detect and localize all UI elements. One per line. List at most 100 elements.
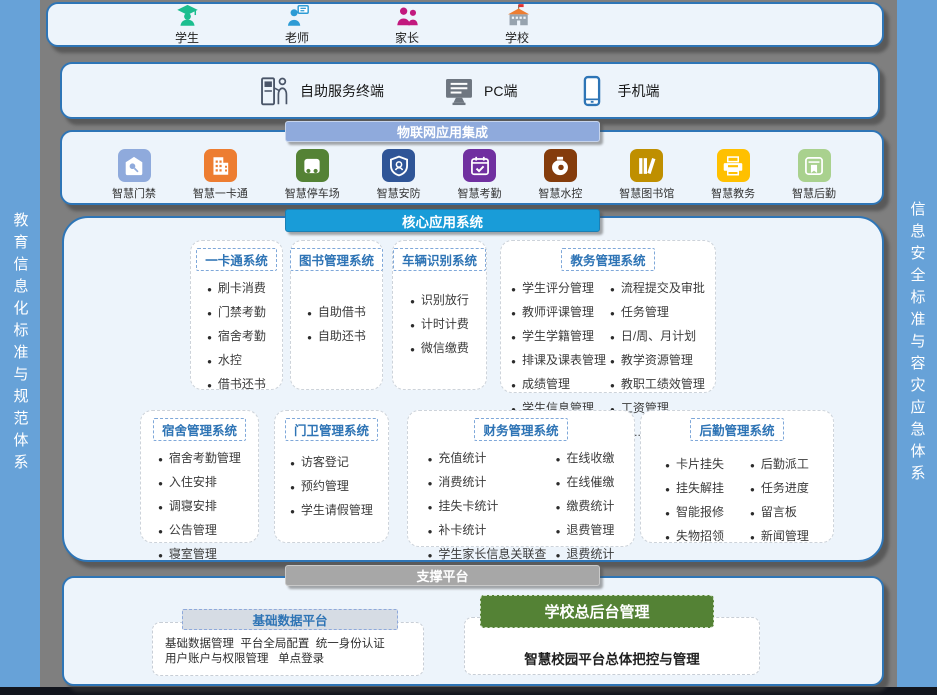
system-box-title: 一卡通系统 <box>196 248 277 271</box>
list-item: 缴费统计 <box>556 495 615 519</box>
iot-item-parking: 智慧停车场 <box>285 149 340 201</box>
list-item: 排课及课表管理 <box>511 349 606 373</box>
base-data-platform-text: 基础数据管理 平台全局配置 统一身份认证用户账户与权限管理 单点登录 <box>165 637 417 667</box>
system-box-vehicle: 车辆识别系统 识别放行计时计费微信缴费 <box>392 240 487 390</box>
user-item-student: 学生 <box>144 3 230 46</box>
parents-icon <box>395 3 420 28</box>
kiosk-icon <box>258 74 292 108</box>
list-item: 学生评分管理 <box>511 277 606 301</box>
user-item-parents: 家长 <box>364 3 450 46</box>
system-box-academic: 教务管理系统 学生评分管理教师评课管理学生学籍管理排课及课表管理成绩管理学生信息… <box>500 240 716 393</box>
item-list: 自助借书自助还书 <box>307 301 366 349</box>
list-item: 宿舍考勤管理 <box>158 447 241 471</box>
list-item: 后勤派工 <box>750 453 809 477</box>
system-box-title: 后勤管理系统 <box>690 418 783 441</box>
iot-label: 智慧教务 <box>711 185 755 201</box>
terminal-item-mobile: 手机端 <box>575 74 659 108</box>
school-admin-title: 学校总后台管理 <box>480 595 714 628</box>
teacher-icon <box>285 3 310 28</box>
list-item: 学生请假管理 <box>290 499 373 523</box>
list-item: 访客登记 <box>290 451 373 475</box>
list-item: 刷卡消费 <box>207 277 266 301</box>
list-item: 留言板 <box>750 501 809 525</box>
list-item: 微信缴费 <box>410 337 469 361</box>
iot-item-security: 智慧安防 <box>377 149 421 201</box>
list-item: 退费管理 <box>556 519 615 543</box>
books-icon <box>630 149 663 182</box>
core-panel: 一卡通系统 刷卡消费门禁考勤宿舍考勤水控借书还书 图书管理系统 自助借书自助还书… <box>62 216 884 562</box>
iot-section-header: 物联网应用集成 <box>285 121 600 142</box>
list-item: 教师评课管理 <box>511 301 606 325</box>
list-item: 用户账户与权限管理 单点登录 <box>165 652 417 667</box>
list-item: 失物招领 <box>665 525 724 549</box>
item-list: 后勤派工任务进度留言板新闻管理 <box>750 453 809 549</box>
item-list: 访客登记预约管理学生请假管理 <box>290 451 373 523</box>
user-item-teacher: 老师 <box>254 3 340 46</box>
list-item: 门禁考勤 <box>207 301 266 325</box>
list-item: 借书还书 <box>207 373 266 397</box>
iot-item-access-control: 智慧门禁 <box>112 149 156 201</box>
list-item: 挂失卡统计 <box>428 495 552 519</box>
list-item: 水控 <box>207 349 266 373</box>
desktop-icon <box>442 74 476 108</box>
base-data-platform-title: 基础数据平台 <box>182 609 398 630</box>
item-list: 宿舍考勤管理入住安排调寝安排公告管理寝室管理 <box>158 447 241 567</box>
terminal-item-kiosk: 自助服务终端 <box>258 74 384 108</box>
list-item: 学生学籍管理 <box>511 325 606 349</box>
shield-icon <box>382 149 415 182</box>
list-item: 充值统计 <box>428 447 552 471</box>
list-item: 新闻管理 <box>750 525 809 549</box>
iot-label: 智慧考勤 <box>458 185 502 201</box>
school-icon <box>505 3 530 28</box>
right-rail: 信息安全标准与容灾应急体系 <box>897 0 937 687</box>
support-panel: 基础数据平台 基础数据管理 平台全局配置 统一身份认证用户账户与权限管理 单点登… <box>62 576 884 686</box>
system-box-library: 图书管理系统 自助借书自助还书 <box>290 240 383 390</box>
student-icon <box>175 3 200 28</box>
terminal-label: 自助服务终端 <box>300 81 384 101</box>
list-item: 入住安排 <box>158 471 241 495</box>
iot-item-logistics: 智慧后勤 <box>792 149 836 201</box>
iot-item-one-card: 智慧一卡通 <box>193 149 248 201</box>
iot-item-water-control: 智慧水控 <box>538 149 582 201</box>
iot-label: 智慧一卡通 <box>193 185 248 201</box>
users-panel: 学生 老师 家长 <box>46 2 884 47</box>
list-item: 基础数据管理 平台全局配置 统一身份认证 <box>165 637 417 652</box>
bottom-strip <box>0 687 937 695</box>
list-item: 流程提交及审批 <box>610 277 705 301</box>
smart-campus-architecture-diagram: 教育信息化标准与规范体系 信息安全标准与容灾应急体系 学生 老师 <box>0 0 937 695</box>
calendar-check-icon <box>463 149 496 182</box>
list-item: 在线收缴 <box>556 447 615 471</box>
left-rail: 教育信息化标准与规范体系 <box>0 0 40 687</box>
iot-label: 智慧图书馆 <box>619 185 674 201</box>
iot-label: 智慧后勤 <box>792 185 836 201</box>
system-box-one-card: 一卡通系统 刷卡消费门禁考勤宿舍考勤水控借书还书 <box>190 240 283 390</box>
item-list: 识别放行计时计费微信缴费 <box>410 289 469 361</box>
iot-label: 智慧门禁 <box>112 185 156 201</box>
school-admin-desc: 智慧校园平台总体把控与管理 <box>465 648 759 668</box>
iot-item-library: 智慧图书馆 <box>619 149 674 201</box>
system-box-title: 车辆识别系统 <box>393 248 486 271</box>
system-box-gatekeeper: 门卫管理系统 访客登记预约管理学生请假管理 <box>274 410 389 543</box>
list-item: 自助还书 <box>307 325 366 349</box>
list-item: 在线催缴 <box>556 471 615 495</box>
list-item: 退费统计 <box>556 543 615 567</box>
system-box-logistics: 后勤管理系统 卡片挂失挂失解挂智能报修失物招领 后勤派工任务进度留言板新闻管理 <box>640 410 834 543</box>
item-list: 刷卡消费门禁考勤宿舍考勤水控借书还书 <box>207 277 266 397</box>
list-item: 调寝安排 <box>158 495 241 519</box>
list-item: 识别放行 <box>410 289 469 313</box>
user-item-school: 学校 <box>474 3 560 46</box>
list-item: 预约管理 <box>290 475 373 499</box>
building-icon <box>204 149 237 182</box>
water-jar-icon <box>544 149 577 182</box>
list-item: 任务进度 <box>750 477 809 501</box>
list-item: 消费统计 <box>428 471 552 495</box>
core-section-header: 核心应用系统 <box>285 209 600 232</box>
list-item: 寝室管理 <box>158 543 241 567</box>
list-item: 自助借书 <box>307 301 366 325</box>
iot-label: 智慧水控 <box>538 185 582 201</box>
car-icon <box>296 149 329 182</box>
iot-item-academic: 智慧教务 <box>711 149 755 201</box>
printer-icon <box>717 149 750 182</box>
system-box-dormitory: 宿舍管理系统 宿舍考勤管理入住安排调寝安排公告管理寝室管理 <box>140 410 259 543</box>
list-item: 计时计费 <box>410 313 469 337</box>
